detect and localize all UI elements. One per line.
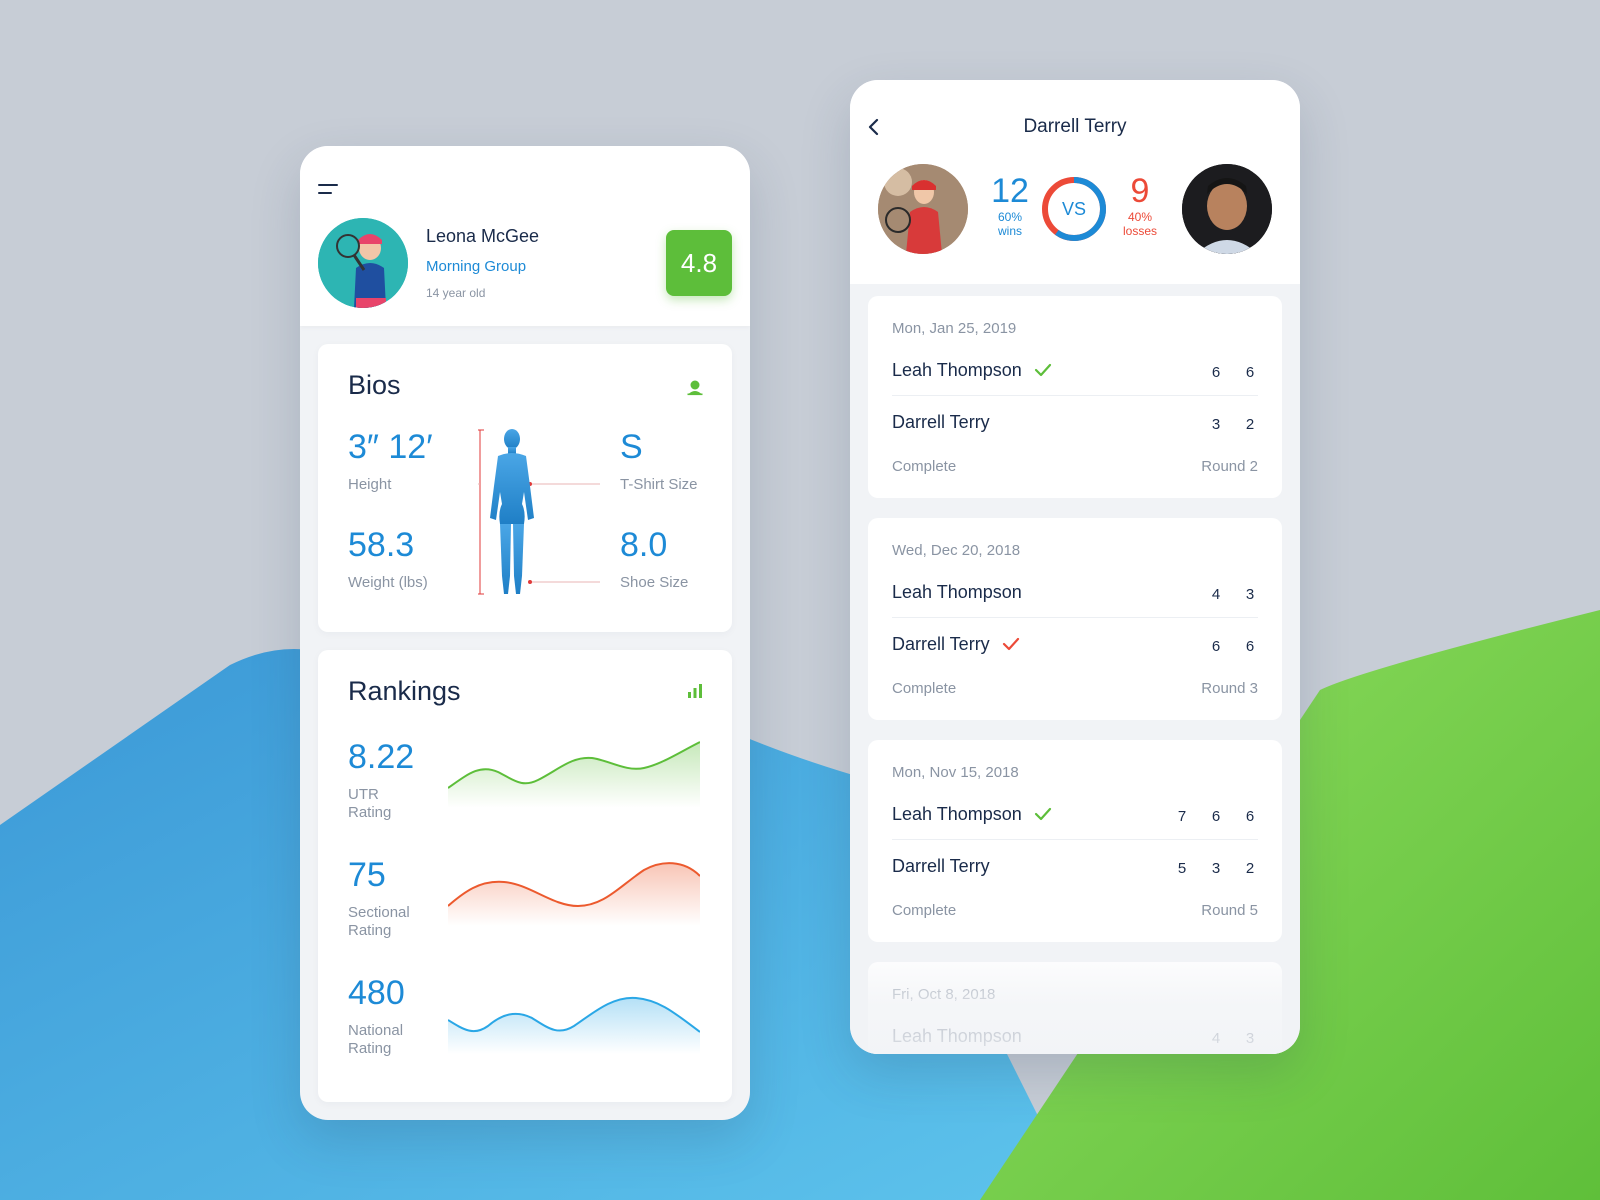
menu-icon[interactable] [318, 184, 340, 198]
user-icon[interactable] [686, 378, 704, 396]
shoe-size-label: Shoe Size [620, 574, 689, 591]
sectional-rating-label: Sectional Rating [348, 904, 410, 939]
match-player-row: Darrell Terry 3 2 [892, 398, 1258, 448]
rankings-card: Rankings 8.22 UTR Rating 75 Sectional Rati… [318, 650, 732, 1102]
match-player-row: Leah Thompson 4 3 [892, 1012, 1258, 1054]
shoe-size-value: 8.0 [620, 526, 668, 564]
weight-value: 58.3 [348, 526, 415, 564]
set-score: 6 [1211, 364, 1221, 381]
set-score: 6 [1245, 364, 1255, 381]
match-round: Round 5 [1201, 902, 1258, 919]
rating-badge: 4.8 [666, 230, 732, 296]
utr-rating-label: UTR Rating [348, 786, 392, 821]
set-score: 6 [1211, 638, 1221, 655]
shirt-size-label: T-Shirt Size [620, 476, 698, 493]
match-card[interactable]: Wed, Dec 20, 2018 Leah Thompson 4 3 Darrell … [868, 518, 1282, 720]
set-score: 3 [1211, 860, 1221, 877]
utr-rating-sparkline [448, 741, 700, 808]
opponent-avatar[interactable] [1182, 164, 1272, 254]
national-rating-value: 480 [348, 974, 405, 1012]
match-status: Complete [892, 458, 957, 475]
match-date: Mon, Nov 15, 2018 [892, 764, 1019, 781]
set-score: 6 [1245, 808, 1255, 825]
height-value: 3″ 12′ [348, 428, 433, 466]
player-avatar[interactable] [878, 164, 968, 254]
sectional-rating-sparkline [448, 862, 700, 926]
set-score: 5 [1177, 860, 1187, 877]
match-player-name: Darrell Terry [892, 856, 990, 876]
match-card[interactable]: Mon, Nov 15, 2018 Leah Thompson 7 6 6 Darrell… [868, 740, 1282, 942]
set-score: 2 [1245, 860, 1255, 877]
match-player-row: Darrell Terry 5 3 2 [892, 842, 1258, 892]
set-score: 7 [1177, 808, 1187, 825]
body-silhouette-icon [478, 429, 600, 595]
wins-count: 12 [991, 172, 1029, 210]
rankings-title: Rankings [348, 676, 461, 706]
shirt-size-value: S [620, 428, 643, 466]
match-date: Wed, Dec 20, 2018 [892, 542, 1021, 559]
match-round: Round 2 [1201, 458, 1258, 475]
set-score: 3 [1245, 1030, 1255, 1047]
match-player-row: Darrell Terry 6 6 [892, 620, 1258, 670]
player-name: Leona McGee [426, 226, 540, 246]
set-score: 4 [1211, 1030, 1221, 1047]
match-status: Complete [892, 680, 957, 697]
wins-label: 60% wins [997, 210, 1023, 238]
national-rating-sparkline [448, 996, 700, 1054]
losses-count: 9 [1130, 172, 1150, 210]
set-score: 6 [1211, 808, 1221, 825]
set-score: 6 [1245, 638, 1255, 655]
utr-rating-value: 8.22 [348, 738, 415, 776]
match-player-name: Darrell Terry [892, 412, 990, 432]
match-date: Fri, Oct 8, 2018 [892, 986, 996, 1003]
match-player-name: Darrell Terry [892, 634, 990, 654]
match-date: Mon, Jan 25, 2019 [892, 320, 1017, 337]
winner-check-icon [1002, 636, 1020, 652]
match-card[interactable]: Fri, Oct 8, 2018 Leah Thompson 4 3 [868, 962, 1282, 1054]
bios-card: Bios 3″ 12′ Height 58.3 Weight (lbs) S T… [318, 344, 732, 632]
set-score: 3 [1245, 586, 1255, 603]
bios-title: Bios [348, 370, 401, 400]
set-score: 3 [1211, 416, 1221, 433]
match-player-name: Leah Thompson [892, 360, 1022, 380]
vs-label: VS [1061, 198, 1086, 219]
match-player-row: Leah Thompson 4 3 [892, 568, 1258, 618]
match-player-name: Leah Thompson [892, 804, 1022, 824]
winner-check-icon [1034, 806, 1052, 822]
winner-check-icon [1034, 362, 1052, 378]
set-score: 2 [1245, 416, 1255, 433]
match-player-name: Leah Thompson [892, 582, 1022, 602]
match-status: Complete [892, 902, 957, 919]
weight-label: Weight (lbs) [348, 574, 428, 591]
player-age: 14 year old [426, 286, 486, 300]
set-score: 4 [1211, 586, 1221, 603]
match-player-row: Leah Thompson 7 6 6 [892, 790, 1258, 840]
player-profile-screen: Leona McGee Morning Group 14 year old 4.… [300, 146, 750, 1120]
avatar[interactable] [318, 218, 408, 308]
sectional-rating-value: 75 [348, 856, 386, 894]
losses-label: 40% losses [1122, 210, 1157, 238]
height-label: Height [348, 476, 392, 493]
match-player-row: Leah Thompson 6 6 [892, 346, 1258, 396]
match-round: Round 3 [1201, 680, 1258, 697]
page-title: Darrell Terry [1023, 116, 1127, 137]
national-rating-label: National Rating [348, 1022, 404, 1057]
match-player-name: Leah Thompson [892, 1026, 1022, 1046]
match-card[interactable]: Mon, Jan 25, 2019 Leah Thompson 6 6 Darrell … [868, 296, 1282, 498]
bar-chart-icon[interactable] [686, 682, 704, 700]
head-to-head-header: Darrell Terry 12 60% wins VS 9 40% losses [850, 80, 1300, 284]
profile-header: Leona McGee Morning Group 14 year old 4.… [300, 146, 750, 326]
group-link[interactable]: Morning Group [426, 258, 526, 275]
background-shapes [0, 610, 1600, 1200]
head-to-head-screen: Darrell Terry 12 60% wins VS 9 40% losses [850, 80, 1300, 1054]
